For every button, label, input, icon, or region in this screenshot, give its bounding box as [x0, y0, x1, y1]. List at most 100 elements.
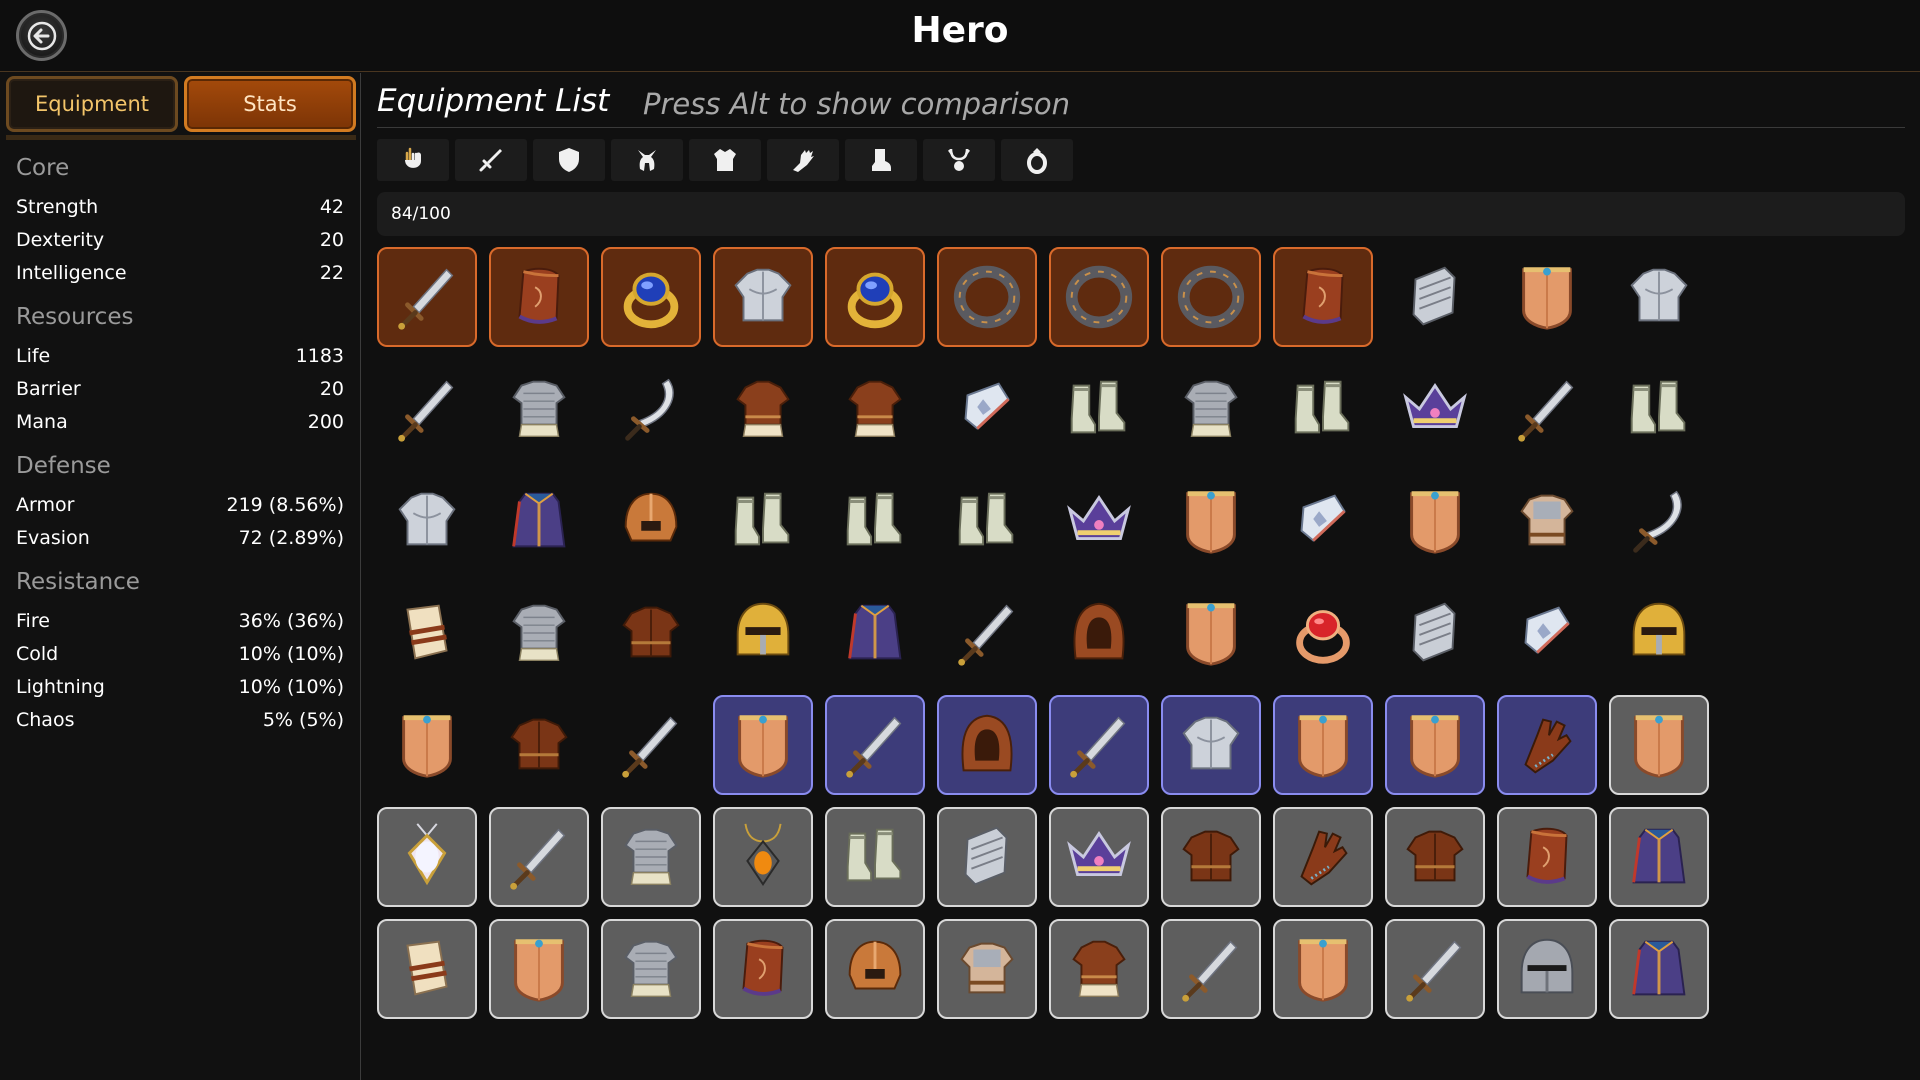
inventory-slot-shield[interactable] [1385, 471, 1485, 571]
inventory-slot-shield[interactable] [489, 919, 589, 1019]
inventory-slot-boots[interactable] [825, 471, 925, 571]
inventory-slot-scimitar[interactable] [601, 359, 701, 459]
inventory-slot-sword[interactable] [937, 583, 1037, 683]
filter-gloves[interactable] [767, 139, 839, 181]
inventory-slot-scimitar[interactable] [1609, 471, 1709, 571]
inventory-slot-robe[interactable] [1609, 807, 1709, 907]
filter-boots[interactable] [845, 139, 917, 181]
inventory-slot-robe[interactable] [1609, 919, 1709, 1019]
leather-tunic-icon [1072, 940, 1126, 998]
inventory-slot-shield[interactable] [1273, 695, 1373, 795]
helmet-icon [638, 150, 656, 171]
inventory-slot-sword[interactable] [1385, 919, 1485, 1019]
inventory-slot-robe[interactable] [489, 471, 589, 571]
inventory-slot-gauntlet[interactable] [937, 807, 1037, 907]
inventory-slot-leather-tunic[interactable] [1049, 919, 1149, 1019]
inventory-slot-helmet-gold[interactable] [1609, 583, 1709, 683]
inventory-slot-chest-armor[interactable] [937, 919, 1037, 1019]
inventory-slot-bracer[interactable] [1273, 247, 1373, 347]
inventory-slot-ring-blue[interactable] [601, 247, 701, 347]
inventory-slot-boots[interactable] [713, 471, 813, 571]
inventory-slot-plate-armor[interactable] [1161, 695, 1261, 795]
inventory-slot-leather-armor[interactable] [489, 695, 589, 795]
inventory-slot-leather-armor[interactable] [601, 583, 701, 683]
iron-ring-icon [953, 265, 1021, 329]
inventory-slot-bracer[interactable] [713, 919, 813, 1019]
inventory-slot-glove[interactable] [1273, 807, 1373, 907]
inventory-slot-boots[interactable] [825, 807, 925, 907]
inventory-slot-glove[interactable] [1497, 695, 1597, 795]
inventory-slot-chainmail[interactable] [601, 807, 701, 907]
inventory-slot-vambrace[interactable] [937, 359, 1037, 459]
inventory-slot-shield[interactable] [713, 695, 813, 795]
inventory-slot-chainmail[interactable] [1161, 359, 1261, 459]
inventory-slot-shield[interactable] [1273, 919, 1373, 1019]
inventory-slot-plate-armor[interactable] [1609, 247, 1709, 347]
inventory-slot-sword[interactable] [1497, 359, 1597, 459]
inventory-slot-wrap[interactable] [377, 583, 477, 683]
inventory-slot-wrap[interactable] [377, 919, 477, 1019]
inventory-slot-leather-tunic[interactable] [825, 359, 925, 459]
inventory-slot-shield[interactable] [1609, 695, 1709, 795]
inventory-slot-chainmail[interactable] [489, 583, 589, 683]
inventory-slot-bracer[interactable] [489, 247, 589, 347]
inventory-slot-leather-armor[interactable] [1385, 807, 1485, 907]
inventory-slot-shield[interactable] [377, 695, 477, 795]
inventory-slot-sword[interactable] [601, 695, 701, 795]
inventory-slot-amulet-pearl[interactable] [377, 807, 477, 907]
inventory-slot-ring-blue[interactable] [825, 247, 925, 347]
inventory-slot-boots[interactable] [937, 471, 1037, 571]
tab-equipment[interactable]: Equipment [6, 76, 178, 132]
filter-armor[interactable] [689, 139, 761, 181]
inventory-slot-vambrace[interactable] [1273, 471, 1373, 571]
inventory-slot-boots[interactable] [1609, 359, 1709, 459]
filter-shield[interactable] [533, 139, 605, 181]
inventory-slot-chainmail[interactable] [489, 359, 589, 459]
filter-all[interactable] [377, 139, 449, 181]
inventory-slot-ring-red[interactable] [1273, 583, 1373, 683]
inventory-slot-robe[interactable] [825, 583, 925, 683]
inventory-slot-gauntlet[interactable] [1385, 247, 1485, 347]
inventory-slot-sword[interactable] [1161, 919, 1261, 1019]
filter-helmet[interactable] [611, 139, 683, 181]
filter-weapon[interactable] [455, 139, 527, 181]
inventory-slot-chainmail[interactable] [601, 919, 701, 1019]
inventory-slot-boots[interactable] [1273, 359, 1373, 459]
stat-label: Strength [16, 196, 99, 218]
inventory-slot-crown[interactable] [1049, 471, 1149, 571]
filter-amulet[interactable] [923, 139, 995, 181]
inventory-slot-shield[interactable] [1161, 583, 1261, 683]
inventory-slot-amulet-amber[interactable] [713, 807, 813, 907]
inventory-slot-iron-ring[interactable] [1161, 247, 1261, 347]
inventory-slot-sword[interactable] [377, 359, 477, 459]
inventory-slot-helmet-gold[interactable] [713, 583, 813, 683]
inventory-slot-bracer[interactable] [1497, 807, 1597, 907]
inventory-slot-hood[interactable] [1049, 583, 1149, 683]
inventory-slot-crown[interactable] [1049, 807, 1149, 907]
inventory-slot-hood[interactable] [937, 695, 1037, 795]
inventory-slot-leather-armor[interactable] [1161, 807, 1261, 907]
inventory-slot-vambrace[interactable] [1497, 583, 1597, 683]
inventory-slot-sword[interactable] [377, 247, 477, 347]
inventory-slot-sword[interactable] [825, 695, 925, 795]
inventory-slot-helmet-knight[interactable] [1497, 919, 1597, 1019]
inventory-slot-shield[interactable] [1385, 695, 1485, 795]
inventory-slot-helmet-open[interactable] [601, 471, 701, 571]
inventory-slot-sword[interactable] [489, 807, 589, 907]
inventory-slot-helmet-open[interactable] [825, 919, 925, 1019]
inventory-slot-boots[interactable] [1049, 359, 1149, 459]
inventory-slot-leather-tunic[interactable] [713, 359, 813, 459]
tab-stats[interactable]: Stats [184, 76, 356, 132]
inventory-slot-shield[interactable] [1497, 247, 1597, 347]
inventory-slot-crown[interactable] [1385, 359, 1485, 459]
inventory-slot-plate-armor[interactable] [377, 471, 477, 571]
filter-ring[interactable] [1001, 139, 1073, 181]
inventory-slot-chest-armor[interactable] [1497, 471, 1597, 571]
inventory-slot-sword[interactable] [1049, 695, 1149, 795]
inventory-slot-plate-armor[interactable] [713, 247, 813, 347]
inventory-slot-gauntlet[interactable] [1385, 583, 1485, 683]
inventory-slot-iron-ring[interactable] [937, 247, 1037, 347]
inventory-slot-shield[interactable] [1161, 471, 1261, 571]
gloves-icon [793, 150, 814, 172]
inventory-slot-iron-ring[interactable] [1049, 247, 1149, 347]
